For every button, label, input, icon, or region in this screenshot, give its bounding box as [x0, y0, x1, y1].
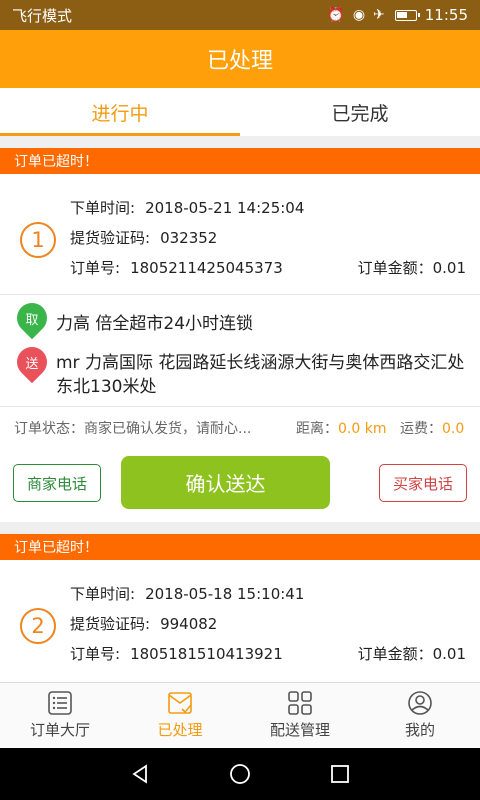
tab-bar: 进行中 已完成: [0, 88, 480, 136]
tab-completed[interactable]: 已完成: [240, 88, 480, 136]
grid-icon: [288, 691, 312, 715]
order-no-label: 订单号:: [70, 645, 121, 663]
order-index-badge: 1: [20, 222, 56, 258]
back-icon[interactable]: [129, 763, 151, 785]
confirm-delivery-button[interactable]: 确认送达: [121, 456, 330, 509]
order-status-row: 订单状态：商家已确认发货，请耐心... 距离：0.0 km 运费：0.0: [0, 406, 480, 444]
order-time-row: 下单时间: 2018-05-21 14:25:04: [70, 197, 304, 218]
fee-value: 0.0: [442, 421, 465, 437]
nav-label: 订单大厅: [29, 721, 90, 739]
timeout-banner: 订单已超时！: [0, 148, 480, 174]
call-buyer-button[interactable]: 买家电话: [379, 464, 467, 502]
call-merchant-button[interactable]: 商家电话: [13, 464, 101, 502]
status-icons: ⏰ ◉ ✈ 11:55: [327, 6, 468, 24]
order-time-label: 下单时间:: [70, 199, 136, 217]
battery-icon: [394, 9, 420, 21]
nav-label: 我的: [404, 721, 435, 739]
amount-label: 订单金额：: [357, 645, 433, 663]
order-no-label: 订单号:: [70, 259, 121, 277]
distance-label: 距离：: [296, 421, 338, 437]
pickup-shop-name: 力高 倍全超市24小时连锁: [56, 314, 254, 334]
distance: 距离：0.0 km: [296, 418, 386, 438]
verify-code-value: 032352: [160, 229, 218, 247]
verify-code-label: 提货验证码:: [70, 615, 151, 633]
order-info: 2 下单时间: 2018-05-18 15:10:41 提货验证码: 994082 …: [0, 583, 480, 682]
order-time-value: 2018-05-18 15:10:41: [145, 585, 305, 603]
home-icon[interactable]: [229, 763, 251, 785]
verify-code-value: 994082: [160, 615, 218, 633]
list-icon: [48, 691, 72, 715]
nav-label: 配送管理: [269, 721, 330, 739]
pickup-pin-icon: 取: [10, 296, 54, 340]
order-no-value: 1805181510413921: [130, 645, 283, 663]
pickup-badge-text: 取: [25, 312, 39, 328]
action-buttons: 商家电话 确认送达 买家电话: [0, 454, 480, 510]
nav-processed[interactable]: 已处理: [120, 683, 240, 748]
delivery-fee: 运费：0.0: [400, 418, 464, 438]
nav-mine[interactable]: 我的: [360, 683, 480, 748]
order-time-value: 2018-05-21 14:25:04: [145, 199, 305, 217]
order-no-value: 1805211425045373: [130, 259, 283, 277]
alarm-icon: ⏰: [327, 7, 345, 23]
status-bar: 飞行模式 ⏰ ◉ ✈ 11:55: [0, 0, 480, 30]
system-nav-bar: [0, 748, 480, 800]
verify-code-row: 提货验证码: 032352: [70, 227, 217, 248]
bottom-nav: 订单大厅 已处理 配送管理 我的: [0, 682, 480, 748]
order-no-row: 订单号: 1805211425045373: [70, 257, 283, 278]
nav-label: 已处理: [157, 721, 203, 739]
status-value: 商家已确认发货，请耐心...: [84, 421, 252, 437]
mail-check-icon: [168, 692, 192, 714]
page-title: 已处理: [0, 30, 480, 88]
order-time-label: 下单时间:: [70, 585, 136, 603]
order-status: 订单状态：商家已确认发货，请耐心...: [14, 418, 251, 438]
address-block: 取 力高 倍全超市24小时连锁 送 mr 力高国际 花园路延长线涵源大街与奥体西…: [0, 294, 480, 406]
order-time-row: 下单时间: 2018-05-18 15:10:41: [70, 583, 304, 604]
amount-label: 订单金额：: [357, 259, 433, 277]
order-amount: 订单金额：0.01: [358, 643, 466, 664]
recents-icon[interactable]: [329, 763, 351, 785]
order-index-badge: 2: [20, 608, 56, 644]
eye-icon: ◉: [352, 7, 366, 23]
airplane-icon: ✈: [373, 7, 385, 23]
clock: 11:55: [424, 6, 468, 24]
tab-in-progress[interactable]: 进行中: [0, 88, 240, 136]
order-amount: 订单金额：0.01: [358, 257, 466, 278]
verify-code-label: 提货验证码:: [70, 229, 151, 247]
order-no-row: 订单号: 1805181510413921: [70, 643, 283, 664]
airplane-mode-label: 飞行模式: [12, 6, 73, 25]
status-label: 订单状态：: [14, 421, 84, 437]
dropoff-badge-text: 送: [25, 356, 39, 372]
amount-value: 0.01: [432, 645, 466, 663]
amount-value: 0.01: [432, 259, 466, 277]
order-card[interactable]: 订单已超时！ 1 下单时间: 2018-05-21 14:25:04 提货验证码:…: [0, 148, 480, 522]
nav-delivery-management[interactable]: 配送管理: [240, 683, 360, 748]
order-card[interactable]: 订单已超时！ 2 下单时间: 2018-05-18 15:10:41 提货验证码:…: [0, 534, 480, 682]
dropoff-pin-icon: 送: [10, 340, 54, 384]
distance-value: 0.0 km: [338, 421, 387, 437]
nav-order-hall[interactable]: 订单大厅: [0, 683, 120, 748]
user-icon: [408, 691, 432, 715]
fee-label: 运费：: [400, 421, 442, 437]
dropoff-address: mr 力高国际 花园路延长线涵源大街与奥体西路交汇处东北130米处: [56, 353, 465, 397]
timeout-banner: 订单已超时！: [0, 534, 480, 560]
verify-code-row: 提货验证码: 994082: [70, 613, 217, 634]
